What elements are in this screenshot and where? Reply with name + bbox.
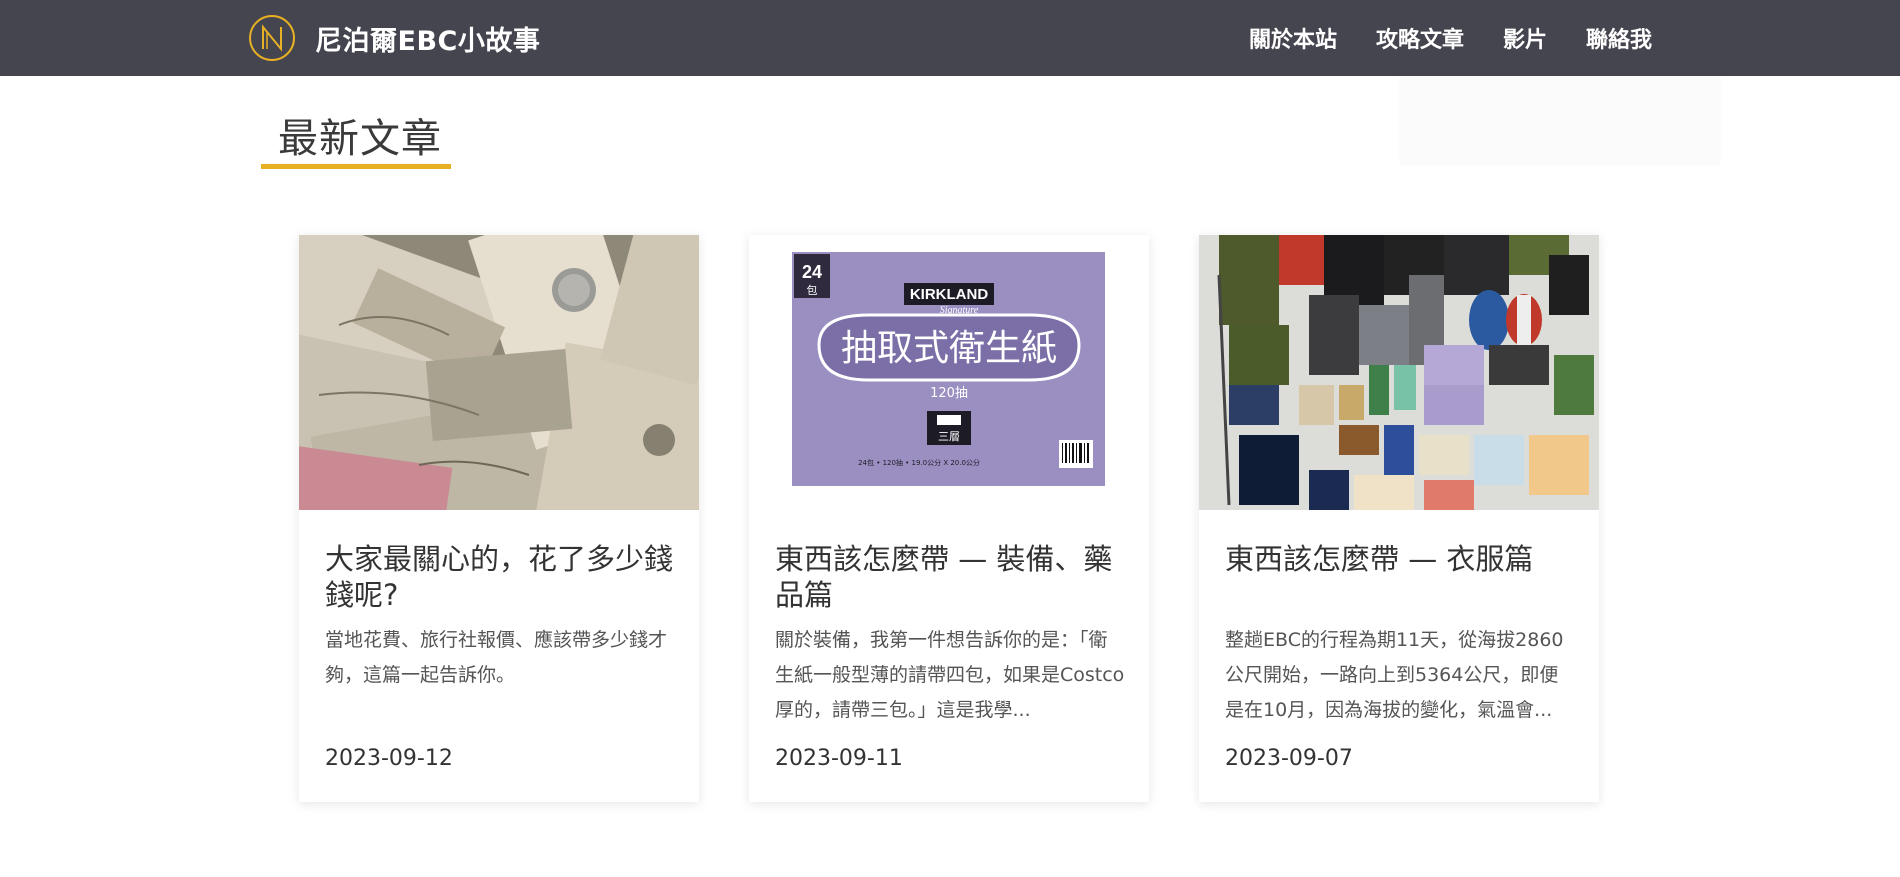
post-title[interactable]: 東西該怎麼帶 — 裝備、藥品篇	[775, 541, 1125, 613]
nav-link-contact[interactable]: 聯絡我	[1586, 22, 1652, 54]
top-navbar: 尼泊爾EBC小故事 關於本站 攻略文章 影片 聯絡我	[0, 0, 1900, 76]
nav-link-videos[interactable]: 影片	[1503, 22, 1547, 54]
post-excerpt: 當地花費、旅行社報價、應該帶多少錢才夠，這篇一起告訴你。	[325, 629, 668, 686]
tissue-count-unit: 包	[807, 284, 818, 297]
nav-menu: 關於本站 攻略文章 影片 聯絡我	[1210, 0, 1652, 76]
tissue-ply: 三層	[938, 430, 960, 443]
post-card[interactable]: 東西該怎麼帶 — 衣服篇 整趟EBC的行程為期11天，從海拔2860公尺開始，一…	[1199, 235, 1599, 802]
post-image-packing-gear[interactable]	[1199, 235, 1599, 510]
brand-name: 尼泊爾EBC小故事	[315, 25, 541, 57]
post-card[interactable]: 24 包 KIRKLAND Signature 抽取式衛生紙 120抽 三層 2…	[749, 235, 1149, 802]
tissue-count: 24	[802, 262, 822, 282]
post-card[interactable]: 大家最關心的，花了多少錢錢呢? 當地花費、旅行社報價、應該帶多少錢才夠，這篇一起…	[299, 235, 699, 802]
post-date: 2023-09-12	[325, 746, 453, 771]
tissue-brand: KIRKLAND	[910, 286, 988, 303]
post-date: 2023-09-07	[1225, 746, 1353, 771]
tissue-sheets: 120抽	[930, 386, 968, 401]
dropdown-shadow	[1400, 76, 1720, 162]
post-title[interactable]: 東西該怎麼帶 — 衣服篇	[1225, 541, 1575, 577]
post-image-banknotes[interactable]	[299, 235, 699, 510]
post-excerpt: 整趟EBC的行程為期11天，從海拔2860公尺開始，一路向上到5364公尺，即便…	[1225, 629, 1564, 721]
post-image-tissue-box[interactable]: 24 包 KIRKLAND Signature 抽取式衛生紙 120抽 三層 2…	[749, 235, 1149, 510]
nav-link-about[interactable]: 關於本站	[1249, 22, 1337, 54]
tissue-spec: 24包 • 120抽 • 19.0公分 X 20.0公分	[858, 458, 980, 467]
tissue-product: 抽取式衛生紙	[841, 328, 1057, 369]
post-title[interactable]: 大家最關心的，花了多少錢錢呢?	[325, 541, 675, 613]
section-title: 最新文章	[278, 116, 442, 162]
site-brand[interactable]: 尼泊爾EBC小故事	[247, 12, 540, 64]
title-underline	[261, 164, 451, 169]
post-date: 2023-09-11	[775, 746, 903, 771]
n-circle-logo-icon	[249, 15, 295, 61]
post-excerpt: 關於裝備，我第一件想告訴你的是：「衛生紙一般型薄的請帶四包，如果是Costco厚…	[775, 629, 1125, 721]
nav-link-guides[interactable]: 攻略文章	[1376, 22, 1464, 54]
